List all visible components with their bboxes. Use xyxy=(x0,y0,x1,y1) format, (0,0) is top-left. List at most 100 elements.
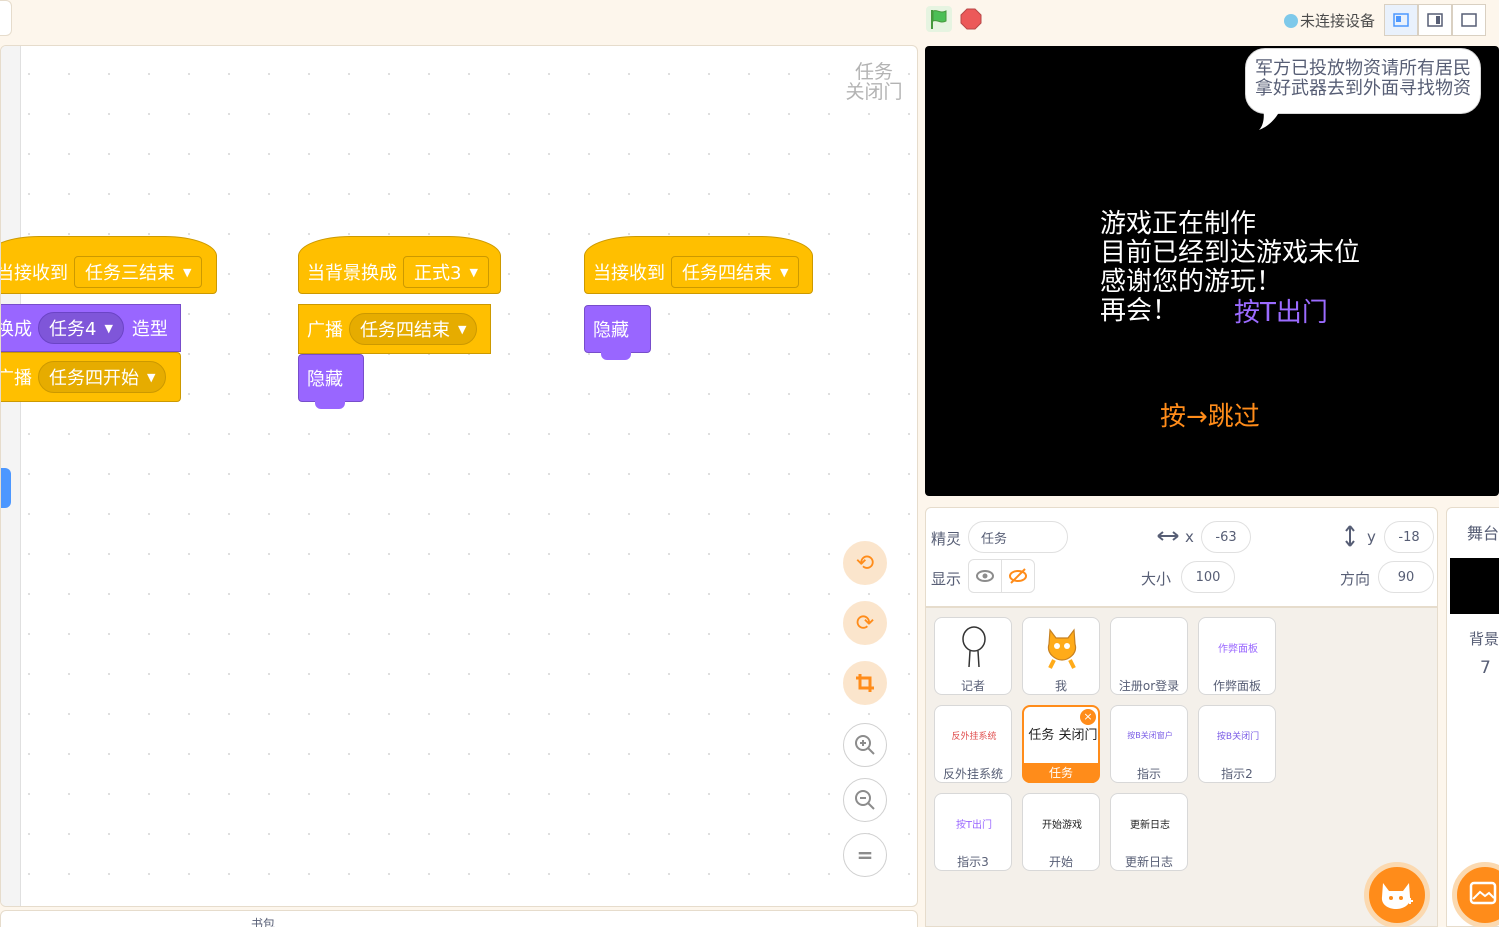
x-input[interactable]: -63 xyxy=(1201,521,1251,553)
stage-thumbnail[interactable] xyxy=(1450,558,1499,614)
speech-line-1: 军方已投放物资请所有居民 xyxy=(1255,58,1471,79)
speech-bubble-tail xyxy=(1259,108,1281,130)
fullscreen-button[interactable] xyxy=(1452,4,1486,36)
connection-status-text: 未连接设备 xyxy=(1300,12,1376,30)
when-backdrop-switches-hat-block[interactable]: 当背景换成 正式3 ▼ xyxy=(298,236,501,294)
sprite-tile-name: 开始 xyxy=(1048,855,1073,869)
stage-message-line: 游戏正在制作 xyxy=(1100,209,1257,239)
block-suffix: 造型 xyxy=(131,319,168,340)
show-label: 显示 xyxy=(931,570,962,588)
zoom-in-button[interactable] xyxy=(843,723,887,767)
code-workspace[interactable]: 任务 关闭门 当接收到 任务三结束▼ 换成 任务4▼ 造型 广播 任务四开始▼ … xyxy=(0,45,918,907)
sprite-watermark-line1: 任务 xyxy=(854,61,893,83)
add-sprite-button[interactable] xyxy=(1364,862,1430,927)
sprite-tile-selected[interactable]: 任务 关闭门 × 任务 xyxy=(1022,705,1100,783)
fullscreen-icon xyxy=(1461,13,1477,27)
redo-button[interactable]: ⟳ xyxy=(843,601,887,645)
normal-stage-button[interactable] xyxy=(1418,4,1452,36)
sprite-tile[interactable]: 作弊面板 作弊面板 xyxy=(1198,617,1276,695)
stage-message-line: 目前已经到达游戏末位 xyxy=(1100,238,1361,268)
crop-button[interactable] xyxy=(843,661,887,705)
when-receive-hat-block[interactable]: 当接收到 任务四结束 ▼ xyxy=(584,236,813,294)
dropdown-caret-icon: ▼ xyxy=(147,370,156,384)
when-receive-hat-block[interactable]: 当接收到 任务三结束 ▼ xyxy=(1,236,217,294)
reporter-sprite-icon xyxy=(962,626,986,668)
backdrop-count: 7 xyxy=(1480,658,1491,678)
device-connection-status[interactable]: 未连接设备 xyxy=(1284,10,1375,31)
switch-costume-block[interactable]: 换成 任务4▼ 造型 xyxy=(1,304,181,352)
size-input[interactable]: 100 xyxy=(1181,561,1235,593)
x-arrows-icon xyxy=(1157,531,1179,541)
sprite-tile[interactable]: 按B关闭门 指示2 xyxy=(1198,705,1276,783)
sprite-info-panel: 精灵 任务 x -63 y -18 显示 大小 100 方向 90 xyxy=(925,507,1438,607)
y-input[interactable]: -18 xyxy=(1384,521,1434,553)
costume-dropdown[interactable]: 任务4 ▼ xyxy=(38,312,124,344)
green-flag-icon[interactable] xyxy=(926,6,952,32)
sprite-tile[interactable]: 按T出门 指示3 xyxy=(934,793,1012,871)
sprite-tile[interactable]: 我 xyxy=(1022,617,1100,695)
dropdown-caret-icon: ▼ xyxy=(469,265,478,279)
block-label: 广播 xyxy=(1,368,32,389)
sprite-tile[interactable]: 反外挂系统 反外挂系统 xyxy=(934,705,1012,783)
block-label: 换成 xyxy=(1,319,32,340)
redo-icon: ⟳ xyxy=(855,610,875,636)
hide-block[interactable]: 隐藏 xyxy=(298,354,364,409)
small-stage-button[interactable] xyxy=(1384,4,1418,36)
undo-button[interactable]: ⟲ xyxy=(843,541,887,585)
image-add-icon xyxy=(1469,881,1497,905)
direction-label: 方向 xyxy=(1340,570,1371,588)
sprite-thumbnail: 开始游戏 xyxy=(1042,819,1082,831)
message-dropdown[interactable]: 任务三结束 ▼ xyxy=(74,256,203,288)
block-nub xyxy=(315,401,345,409)
backdrop-label: 背景 xyxy=(1469,630,1499,648)
hide-sprite-button[interactable] xyxy=(1001,559,1035,593)
normal-stage-icon xyxy=(1427,13,1443,27)
direction-input[interactable]: 90 xyxy=(1378,561,1434,593)
sprite-tile-name: 指示 xyxy=(1136,767,1161,781)
speech-line-2: 拿好武器去到外面寻找物资 xyxy=(1255,78,1471,99)
sprite-tile-name: 记者 xyxy=(960,679,985,693)
zoom-out-button[interactable] xyxy=(843,778,887,822)
block-label: 广播 xyxy=(307,320,343,341)
message-dropdown[interactable]: 任务四结束 ▼ xyxy=(349,313,478,345)
sprite-thumbnail: 按T出门 xyxy=(955,819,993,831)
sprite-tile[interactable]: 更新日志 更新日志 xyxy=(1110,793,1188,871)
dropdown-caret-icon: ▼ xyxy=(780,265,789,279)
stage-panel-title: 舞台 xyxy=(1467,524,1499,543)
skip-hint: 按→跳过 xyxy=(1160,402,1260,432)
broadcast-block[interactable]: 广播 任务四结束 ▼ xyxy=(298,304,491,354)
sprite-tile[interactable]: 开始游戏 开始 xyxy=(1022,793,1100,871)
undo-icon: ⟲ xyxy=(855,550,875,576)
zoom-in-icon xyxy=(855,735,875,755)
palette-flyout-tab[interactable] xyxy=(1,468,11,508)
hide-block[interactable]: 隐藏 xyxy=(584,305,651,360)
backdrop-dropdown[interactable]: 正式3 ▼ xyxy=(403,256,489,288)
speech-bubble: 军方已投放物资请所有居民 拿好武器去到外面寻找物资 xyxy=(1245,48,1481,114)
small-stage-icon xyxy=(1393,13,1409,27)
sprite-tile-name: 指示2 xyxy=(1221,767,1253,781)
sprite-name-input[interactable]: 任务 xyxy=(968,521,1068,553)
delete-sprite-icon[interactable]: × xyxy=(1080,709,1096,725)
sprite-thumbnail xyxy=(1027,622,1097,672)
sprite-watermark: 任务 关闭门 xyxy=(831,62,917,102)
sprite-tile[interactable]: 记者 xyxy=(934,617,1012,695)
sprite-tile[interactable]: 按B关闭窗户 指示 xyxy=(1110,705,1188,783)
show-sprite-button[interactable] xyxy=(968,559,1002,593)
zoom-reset-button[interactable]: = xyxy=(843,833,887,877)
stage-canvas[interactable]: 军方已投放物资请所有居民 拿好武器去到外面寻找物资 游戏正在制作 目前已经到达游… xyxy=(925,46,1499,496)
exit-hint: 按T出门 xyxy=(1234,298,1328,328)
sprite-tile-name: 指示3 xyxy=(957,855,989,869)
sprite-name-label: 精灵 xyxy=(931,530,962,548)
sprite-thumbnail: 更新日志 xyxy=(1130,819,1170,831)
stop-icon[interactable] xyxy=(960,8,982,30)
message-dropdown[interactable]: 任务四开始 ▼ xyxy=(38,361,167,393)
broadcast-block[interactable]: 广播 任务四开始▼ xyxy=(1,352,181,402)
sprite-tile-name: 注册or登录 xyxy=(1118,679,1180,693)
message-dropdown[interactable]: 任务四结束 ▼ xyxy=(671,256,800,288)
size-label: 大小 xyxy=(1141,570,1172,588)
block-label: 当背景换成 xyxy=(307,263,397,284)
sprite-tile[interactable]: 注册or登录 xyxy=(1110,617,1188,695)
block-label: 当接收到 xyxy=(593,263,665,284)
backpack-bar[interactable]: 书包 xyxy=(0,910,918,927)
sprite-thumbnail xyxy=(939,622,1009,672)
